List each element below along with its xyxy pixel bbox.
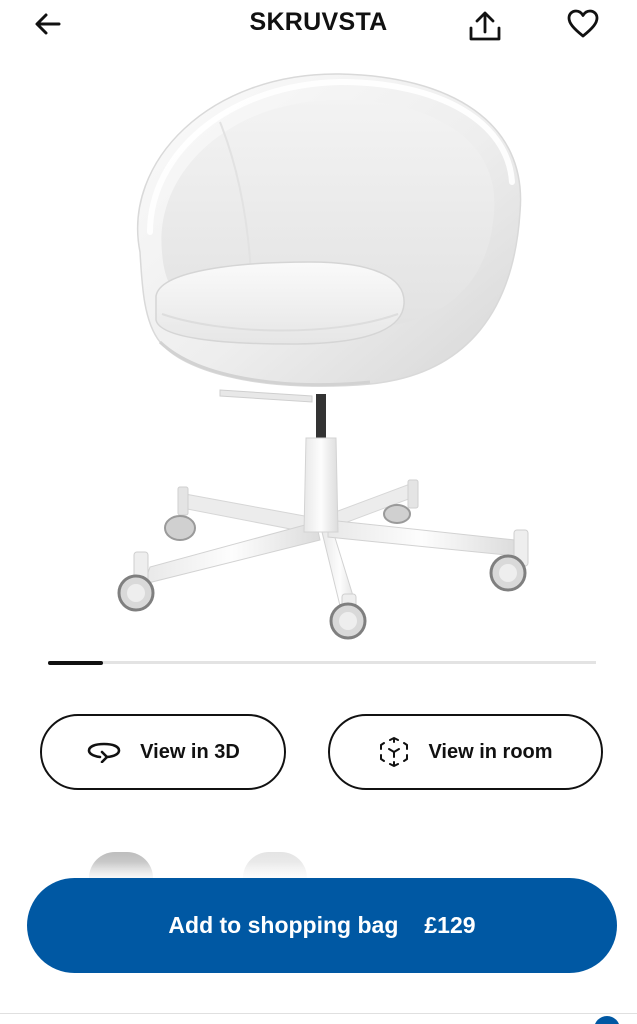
product-image[interactable] xyxy=(70,62,570,652)
rotate-3d-icon xyxy=(87,742,121,763)
top-bar: SKRUVSTA xyxy=(0,0,637,50)
view-in-room-label: View in room xyxy=(428,740,553,763)
share-button[interactable] xyxy=(463,4,507,48)
view-in-room-button[interactable]: View in room xyxy=(328,714,603,790)
ar-cube-icon xyxy=(380,736,409,768)
favorite-button[interactable] xyxy=(561,2,605,46)
add-to-bag-label: Add to shopping bag xyxy=(168,912,399,938)
page-title: SKRUVSTA xyxy=(249,8,388,36)
view-in-3d-label: View in 3D xyxy=(140,740,240,763)
price-label: £129 xyxy=(424,912,476,938)
chair-illustration xyxy=(117,73,529,640)
add-to-bag-button[interactable]: Add to shopping bag £129 xyxy=(27,878,617,973)
heart-outline-icon xyxy=(567,9,599,38)
bottom-divider xyxy=(0,1013,637,1014)
share-upload-icon xyxy=(469,11,501,41)
view-in-3d-button[interactable]: View in 3D xyxy=(40,714,286,790)
floating-indicator[interactable] xyxy=(594,1016,620,1024)
gallery-progress-fill xyxy=(48,660,103,665)
gallery-progress-track xyxy=(48,660,596,665)
